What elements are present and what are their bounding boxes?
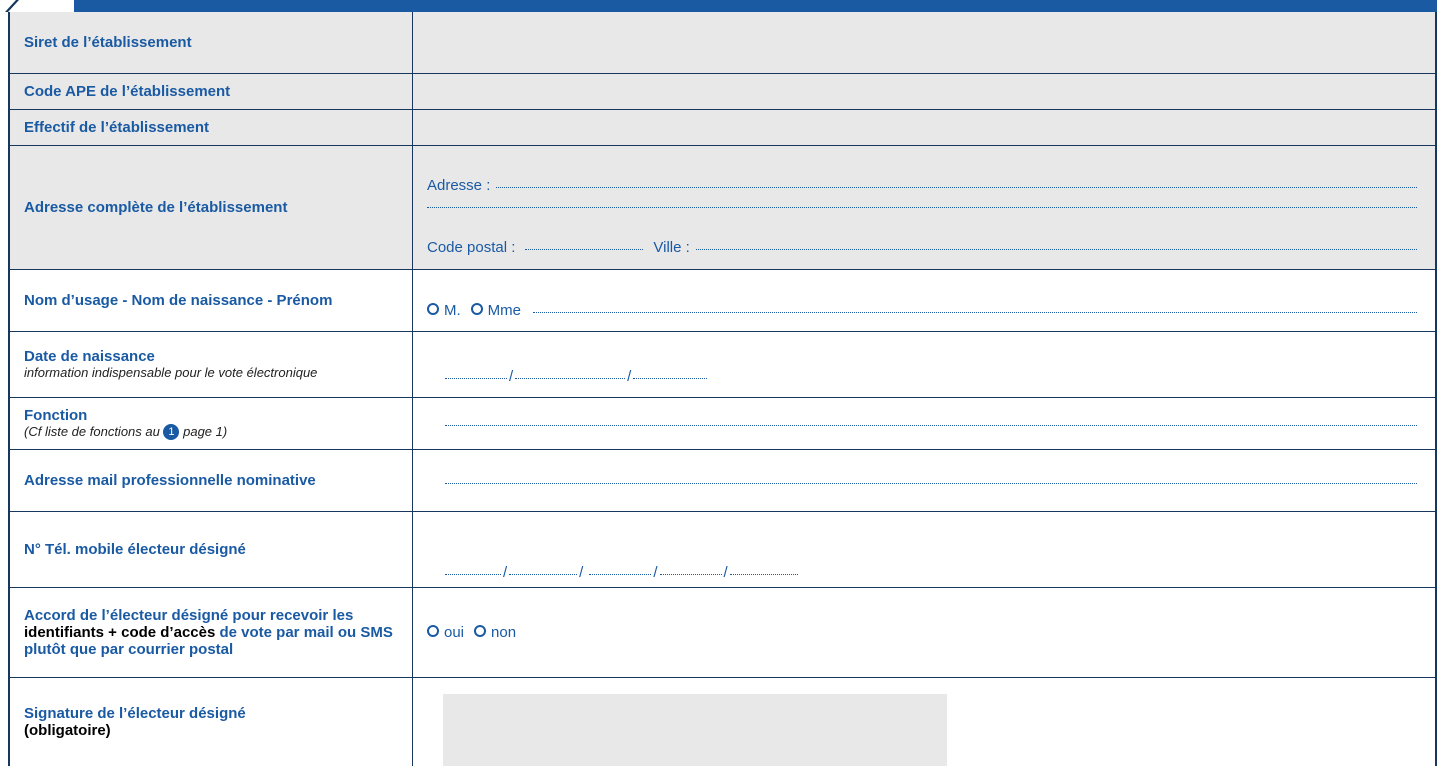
signature-box[interactable] [443,694,947,766]
fonction-line [445,424,1417,428]
month-dots[interactable] [515,377,626,379]
accord-label-part2: identifiants + code d’accès [24,624,216,641]
row-tel: N° Tél. mobile électeur désigné / / / / [10,512,1435,588]
accord-label-text: Accord de l’électeur désigné pour recevo… [24,607,398,658]
row-nom: Nom d’usage - Nom de naissance - Prénom … [10,270,1435,332]
tel-sep-1: / [503,564,508,581]
accord-field: oui non [413,588,1435,677]
nom-input-dots[interactable] [533,311,1417,313]
row-signature: Signature de l’électeur désigné (obligat… [10,678,1435,766]
nom-line: M. Mme [427,302,1417,319]
siret-field[interactable] [413,12,1435,73]
fonction-field[interactable] [413,398,1435,449]
signature-note: (obligatoire) [24,722,111,739]
ape-label: Code APE de l’établissement [10,74,413,109]
mail-field[interactable] [413,450,1435,511]
mail-label: Adresse mail professionnelle nominative [10,450,413,511]
circle-number-1: 1 [163,424,180,441]
tel-dots-4[interactable] [659,573,722,575]
tel-dots-2[interactable] [509,573,578,575]
adresse-line-3: Code postal : Ville : [427,239,1417,256]
accord-label: Accord de l’électeur désigné pour recevo… [10,588,413,677]
tel-dots-5[interactable] [729,573,798,575]
mail-dots[interactable] [445,482,1417,484]
adresse-label-text: Adresse complète de l’établissement [24,199,288,216]
tel-sep-3: / [653,564,658,581]
signature-field [413,678,1435,766]
adresse-field[interactable]: Adresse : Code postal : Ville : [413,146,1435,269]
siret-label: Siret de l’établissement [10,12,413,73]
signature-label-text: Signature de l’électeur désigné [24,705,246,722]
accord-label-part1: Accord de l’électeur désigné pour recevo… [24,607,354,624]
adresse-street-label: Adresse : [427,177,491,194]
tel-dots-3[interactable] [589,573,652,575]
adresse-label: Adresse complète de l’établissement [10,146,413,269]
row-adresse: Adresse complète de l’établissement Adre… [10,146,1435,270]
siret-label-text: Siret de l’établissement [24,34,192,51]
adresse-line-1: Adresse : [427,177,1417,194]
radio-non[interactable] [474,625,487,637]
adresse-line2-dots [427,206,1417,208]
naissance-label: Date de naissance information indispensa… [10,332,413,397]
nom-label: Nom d’usage - Nom de naissance - Prénom [10,270,413,331]
city-label: Ville : [653,239,690,256]
naissance-field[interactable]: / / [413,332,1435,397]
tel-sep-2: / [579,564,584,581]
effectif-field[interactable] [413,110,1435,145]
row-fonction: Fonction (Cf liste de fonctions au 1 pag… [10,398,1435,450]
radio-m-label: M. [444,302,461,319]
radio-non-label: non [491,624,517,641]
naissance-label-text: Date de naissance [24,348,155,365]
row-naissance: Date de naissance information indispensa… [10,332,1435,398]
tel-dots-1[interactable] [445,573,501,575]
naissance-note: information indispensable pour le vote é… [24,365,318,380]
tel-field[interactable]: / / / / [413,512,1435,587]
row-effectif: Effectif de l’établissement [10,110,1435,146]
row-accord: Accord de l’électeur désigné pour recevo… [10,588,1435,678]
fonction-label-text: Fonction [24,406,88,424]
header-bar [0,0,1437,12]
tel-label: N° Tél. mobile électeur désigné [10,512,413,587]
designation-form: Siret de l’établissement Code APE de l’é… [8,12,1437,766]
day-dots[interactable] [445,377,507,379]
fonction-note-before: (Cf liste de fonctions au [24,423,160,439]
pen-icon [5,0,19,12]
adresse-street-dots [496,186,1417,188]
accord-line: oui non [427,624,516,641]
signature-label: Signature de l’électeur désigné (obligat… [10,678,413,766]
adresse-line-2 [427,206,1417,210]
radio-m[interactable] [427,303,439,315]
fonction-dots[interactable] [445,424,1417,426]
radio-oui-label: oui [444,624,465,641]
mail-label-text: Adresse mail professionnelle nominative [24,472,316,489]
nom-label-text: Nom d’usage - Nom de naissance - Prénom [24,292,333,309]
postal-code-label: Code postal : [427,239,516,256]
tel-line: / / / / [445,564,798,581]
effectif-label: Effectif de l’établissement [10,110,413,145]
naissance-line: / / [445,368,708,385]
radio-oui[interactable] [427,625,439,637]
row-siret: Siret de l’établissement [10,12,1435,74]
year-dots[interactable] [633,377,708,379]
radio-mme-label: Mme [487,302,522,319]
effectif-label-text: Effectif de l’établissement [24,119,210,136]
fonction-label: Fonction (Cf liste de fonctions au 1 pag… [10,398,413,449]
tel-sep-4: / [723,564,728,581]
tel-label-text: N° Tél. mobile électeur désigné [24,541,246,558]
city-dots [695,248,1417,250]
date-sep-1: / [509,368,514,385]
mail-line [445,482,1417,486]
postal-code-dots [525,248,644,250]
fonction-note: (Cf liste de fonctions au 1 page 1) [24,424,398,441]
row-mail: Adresse mail professionnelle nominative [10,450,1435,512]
date-sep-2: / [627,368,632,385]
radio-mme[interactable] [470,303,483,315]
ape-field[interactable] [413,74,1435,109]
fonction-note-after: page 1) [183,423,228,439]
nom-field: M. Mme [413,270,1435,331]
ape-label-text: Code APE de l’établissement [24,83,231,100]
row-ape: Code APE de l’établissement [10,74,1435,110]
